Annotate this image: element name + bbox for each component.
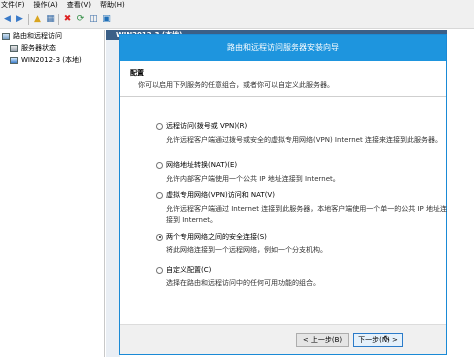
mouse-cursor-icon: ↖ — [383, 334, 391, 344]
tree-node-root[interactable]: 路由和远程访问 — [2, 31, 62, 41]
option-nat[interactable]: 网络地址转换(NAT)(E) — [156, 160, 237, 170]
console-tree: 路由和远程访问 服务器状态 WIN2012-3 (本地) — [0, 30, 105, 357]
option-label: 网络地址转换(NAT)(E) — [166, 161, 238, 169]
wizard-title: 路由和远程访问服务器安装向导 — [120, 35, 446, 61]
wizard-header: 配置 你可以启用下列服务的任意组合，或者你可以自定义此服务器。 — [120, 61, 446, 97]
radio-nat[interactable] — [156, 161, 163, 169]
option-desc: 选择在路由和远程访问中的任何可用功能的组合。 — [166, 279, 320, 287]
server-status-icon — [10, 44, 18, 52]
folder-up-icon[interactable]: ▲ — [32, 14, 43, 25]
tree-node-win2012[interactable]: WIN2012-3 (本地) — [10, 55, 82, 65]
wizard-section-desc: 你可以启用下列服务的任意组合，或者你可以自定义此服务器。 — [138, 81, 334, 89]
wizard-footer: < 上一步(B) 下一步(N) > — [120, 324, 446, 354]
tree-node-server-status[interactable]: 服务器状态 — [10, 43, 56, 53]
back-button[interactable]: < 上一步(B) — [296, 333, 349, 347]
next-button[interactable]: 下一步(N) > — [353, 333, 403, 347]
menu-action[interactable]: 操作(A) — [34, 0, 58, 10]
menu-file[interactable]: 文件(F) — [1, 0, 25, 10]
option-remote-access[interactable]: 远程访问(拨号或 VPN)(R) — [156, 121, 247, 131]
option-custom[interactable]: 自定义配置(C) — [156, 265, 211, 275]
server-icon — [10, 56, 18, 64]
option-desc: 允许远程客户端通过拨号或安全的虚拟专用网络(VPN) Internet 连接来连… — [166, 136, 442, 144]
wizard-section-title: 配置 — [130, 69, 144, 77]
option-vpn-nat[interactable]: 虚拟专用网络(VPN)访问和 NAT(V) — [156, 190, 275, 200]
radio-vpn-nat[interactable] — [156, 191, 163, 199]
refresh-icon[interactable]: ⟳ — [75, 14, 86, 25]
help-icon[interactable]: ▣ — [101, 14, 112, 25]
radio-custom[interactable] — [156, 266, 163, 274]
option-desc: 接到 Internet。 — [166, 216, 218, 224]
tree-node-label: WIN2012-3 (本地) — [21, 56, 82, 64]
menu-view[interactable]: 查看(V) — [67, 0, 91, 10]
setup-wizard-dialog: 路由和远程访问服务器安装向导 配置 你可以启用下列服务的任意组合，或者你可以自定… — [119, 34, 447, 355]
radio-remote-access[interactable] — [156, 122, 163, 130]
radio-secure-connection[interactable] — [156, 233, 163, 241]
toolbar-separator — [58, 14, 59, 25]
export-icon[interactable]: ◫ — [88, 14, 99, 25]
properties-icon[interactable]: ▦ — [45, 14, 56, 25]
forward-icon[interactable]: ▶ — [14, 14, 25, 25]
menu-help[interactable]: 帮助(H) — [100, 0, 125, 10]
toolbar-separator — [28, 14, 29, 25]
option-label: 远程访问(拨号或 VPN)(R) — [166, 122, 248, 130]
routing-icon — [2, 32, 10, 40]
toolbar: ◀ ▶ ▲ ▦ ✖ ⟳ ◫ ▣ — [0, 10, 474, 29]
option-label: 两个专用网络之间的安全连接(S) — [166, 233, 267, 241]
menu-bar: 文件(F) 操作(A) 查看(V) 帮助(H) — [0, 0, 474, 10]
right-edge — [447, 30, 474, 357]
tree-node-label: 服务器状态 — [21, 44, 56, 52]
option-desc: 允许远程客户端通过 Internet 连接到此服务器，本地客户端使用一个单一的公… — [166, 205, 447, 213]
tree-node-label: 路由和远程访问 — [13, 32, 62, 40]
option-label: 虚拟专用网络(VPN)访问和 NAT(V) — [166, 191, 275, 199]
option-label: 自定义配置(C) — [166, 266, 212, 274]
delete-icon[interactable]: ✖ — [62, 14, 73, 25]
option-desc: 允许内部客户端使用一个公共 IP 地址连接到 Internet。 — [166, 175, 340, 183]
option-secure-connection[interactable]: 两个专用网络之间的安全连接(S) — [156, 232, 267, 242]
details-strip — [106, 40, 120, 357]
back-icon[interactable]: ◀ — [2, 14, 13, 25]
option-desc: 将此网络连接到一个远程网络，例如一个分支机构。 — [166, 246, 327, 254]
